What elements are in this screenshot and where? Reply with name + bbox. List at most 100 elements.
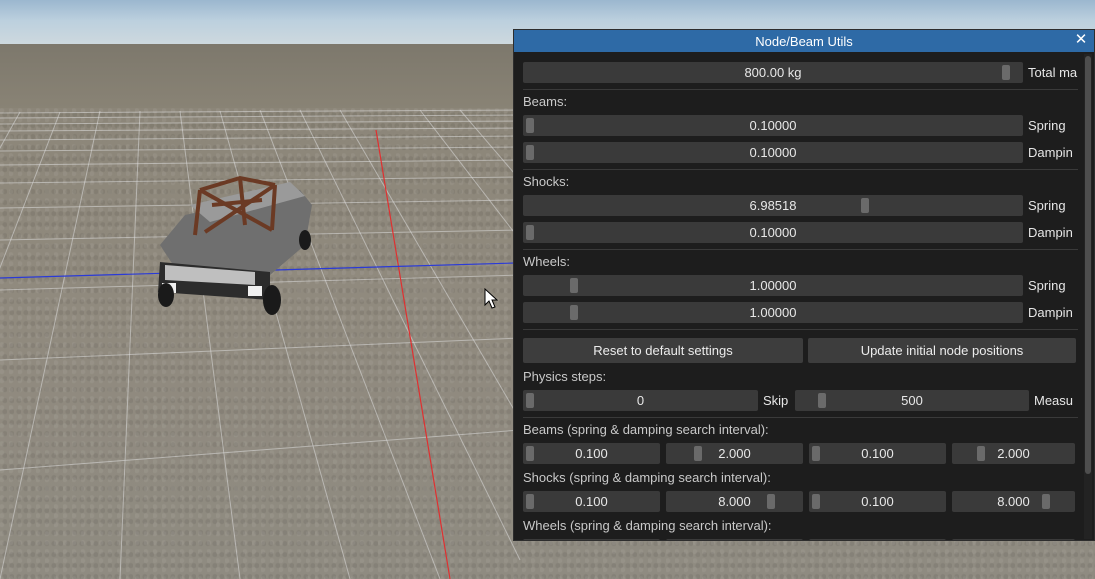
slider-grab[interactable] xyxy=(1002,65,1011,80)
beams-damping-slider[interactable]: 0.10000 xyxy=(523,142,1023,163)
slider-grab[interactable] xyxy=(812,494,820,509)
beams-damping-label: Dampin xyxy=(1028,145,1073,160)
x-axis-line xyxy=(375,129,451,579)
wheels-damping-slider[interactable]: 1.00000 xyxy=(523,302,1023,323)
beams-interval-damping-max[interactable]: 2.000 xyxy=(952,443,1075,464)
slider-grab[interactable] xyxy=(526,494,534,509)
slider-grab[interactable] xyxy=(526,393,534,408)
separator xyxy=(523,169,1078,170)
slider-grab[interactable] xyxy=(693,446,702,461)
scrollbar[interactable] xyxy=(1084,54,1092,539)
beams-spring-slider[interactable]: 0.10000 xyxy=(523,115,1023,136)
interval-value: 0.100 xyxy=(861,494,894,509)
separator xyxy=(523,329,1078,330)
update-node-positions-button[interactable]: Update initial node positions xyxy=(808,338,1076,363)
beams-interval-spring-min[interactable]: 0.100 xyxy=(523,443,660,464)
beams-header: Beams: xyxy=(523,94,568,109)
physics-steps-header: Physics steps: xyxy=(523,369,607,384)
interval-value: 8.000 xyxy=(997,494,1030,509)
skip-steps-value: 0 xyxy=(636,393,645,408)
shocks-spring-label: Spring xyxy=(1028,198,1066,213)
physics-steps-row: 0 Skip 500 Measu xyxy=(523,390,1078,411)
interval-value: 2.000 xyxy=(718,446,751,461)
wheels-interval-spring-max[interactable] xyxy=(666,539,803,540)
wheels-interval-damping-max[interactable] xyxy=(952,539,1075,540)
beams-interval-row: 0.100 2.000 0.100 2.000 xyxy=(523,443,1078,464)
shocks-damping-row: 0.10000 Dampin xyxy=(523,222,1078,243)
total-mass-value: 800.00 kg xyxy=(744,65,802,80)
wheels-spring-slider[interactable]: 1.00000 xyxy=(523,275,1023,296)
interval-value: 8.000 xyxy=(718,494,751,509)
wheels-damping-value: 1.00000 xyxy=(749,305,797,320)
separator xyxy=(523,89,1078,90)
shocks-damping-label: Dampin xyxy=(1028,225,1073,240)
shocks-interval-spring-max[interactable]: 8.000 xyxy=(666,491,803,512)
panel-content: 800.00 kg Total ma Beams: 0.10000 Spring… xyxy=(523,52,1078,540)
slider-grab[interactable] xyxy=(767,494,776,509)
window-title: Node/Beam Utils xyxy=(755,33,853,49)
vehicle-pickup-truck xyxy=(158,175,312,315)
wheels-header: Wheels: xyxy=(523,254,570,269)
wheels-spring-row: 1.00000 Spring xyxy=(523,275,1078,296)
beams-spring-row: 0.10000 Spring xyxy=(523,115,1078,136)
wheels-interval-damping-min[interactable] xyxy=(809,539,946,540)
slider-grab[interactable] xyxy=(861,198,870,213)
beams-interval-header: Beams (spring & damping search interval)… xyxy=(523,422,769,437)
shocks-header: Shocks: xyxy=(523,174,570,189)
shocks-spring-value: 6.98518 xyxy=(749,198,797,213)
shocks-spring-slider[interactable]: 6.98518 xyxy=(523,195,1023,216)
slider-grab[interactable] xyxy=(526,225,534,240)
slider-grab[interactable] xyxy=(526,118,534,133)
scrollbar-thumb[interactable] xyxy=(1085,56,1091,474)
window-titlebar[interactable]: Node/Beam Utils ✕ xyxy=(514,30,1094,52)
slider-grab[interactable] xyxy=(526,145,534,160)
skip-steps-slider[interactable]: 0 xyxy=(523,390,758,411)
measure-steps-slider[interactable]: 500 xyxy=(795,390,1029,411)
wheels-interval-row xyxy=(523,539,1078,540)
total-mass-label: Total ma xyxy=(1028,65,1078,80)
slider-grab[interactable] xyxy=(812,446,820,461)
wheels-damping-row: 1.00000 Dampin xyxy=(523,302,1078,323)
slider-grab[interactable] xyxy=(817,393,826,408)
interval-value: 0.100 xyxy=(861,446,894,461)
shocks-interval-spring-min[interactable]: 0.100 xyxy=(523,491,660,512)
wheels-damping-label: Dampin xyxy=(1028,305,1073,320)
node-beam-utils-window: Node/Beam Utils ✕ 800.00 kg Total ma Bea… xyxy=(513,29,1095,541)
interval-value: 0.100 xyxy=(575,494,608,509)
beams-spring-label: Spring xyxy=(1028,118,1066,133)
slider-grab[interactable] xyxy=(569,305,578,320)
shocks-interval-row: 0.100 8.000 0.100 8.000 xyxy=(523,491,1078,512)
shocks-interval-header: Shocks (spring & damping search interval… xyxy=(523,470,771,485)
slider-grab[interactable] xyxy=(569,278,578,293)
measure-steps-value: 500 xyxy=(901,393,923,408)
shocks-damping-value: 0.10000 xyxy=(749,225,797,240)
measure-steps-label: Measu xyxy=(1034,393,1074,408)
total-mass-slider[interactable]: 800.00 kg xyxy=(523,62,1023,83)
interval-value: 0.100 xyxy=(575,446,608,461)
shocks-interval-damping-min[interactable]: 0.100 xyxy=(809,491,946,512)
beams-interval-spring-max[interactable]: 2.000 xyxy=(666,443,803,464)
slider-grab[interactable] xyxy=(526,446,534,461)
reset-defaults-button[interactable]: Reset to default settings xyxy=(523,338,803,363)
separator xyxy=(523,417,1078,418)
wheels-interval-header: Wheels (spring & damping search interval… xyxy=(523,518,772,533)
close-icon[interactable]: ✕ xyxy=(1074,32,1088,47)
skip-steps-label: Skip xyxy=(763,393,789,408)
beams-interval-damping-min[interactable]: 0.100 xyxy=(809,443,946,464)
shocks-interval-damping-max[interactable]: 8.000 xyxy=(952,491,1075,512)
wheels-interval-spring-min[interactable] xyxy=(523,539,660,540)
beams-damping-row: 0.10000 Dampin xyxy=(523,142,1078,163)
wheels-spring-value: 1.00000 xyxy=(749,278,797,293)
interval-value: 2.000 xyxy=(997,446,1030,461)
beams-spring-value: 0.10000 xyxy=(749,118,797,133)
action-buttons-row: Reset to default settings Update initial… xyxy=(523,338,1078,363)
total-mass-row: 800.00 kg Total ma xyxy=(523,62,1078,83)
wheels-spring-label: Spring xyxy=(1028,278,1066,293)
slider-grab[interactable] xyxy=(976,446,985,461)
shocks-spring-row: 6.98518 Spring xyxy=(523,195,1078,216)
shocks-damping-slider[interactable]: 0.10000 xyxy=(523,222,1023,243)
separator xyxy=(523,249,1078,250)
mouse-cursor-icon xyxy=(484,288,498,309)
slider-grab[interactable] xyxy=(1042,494,1051,509)
beams-damping-value: 0.10000 xyxy=(749,145,797,160)
